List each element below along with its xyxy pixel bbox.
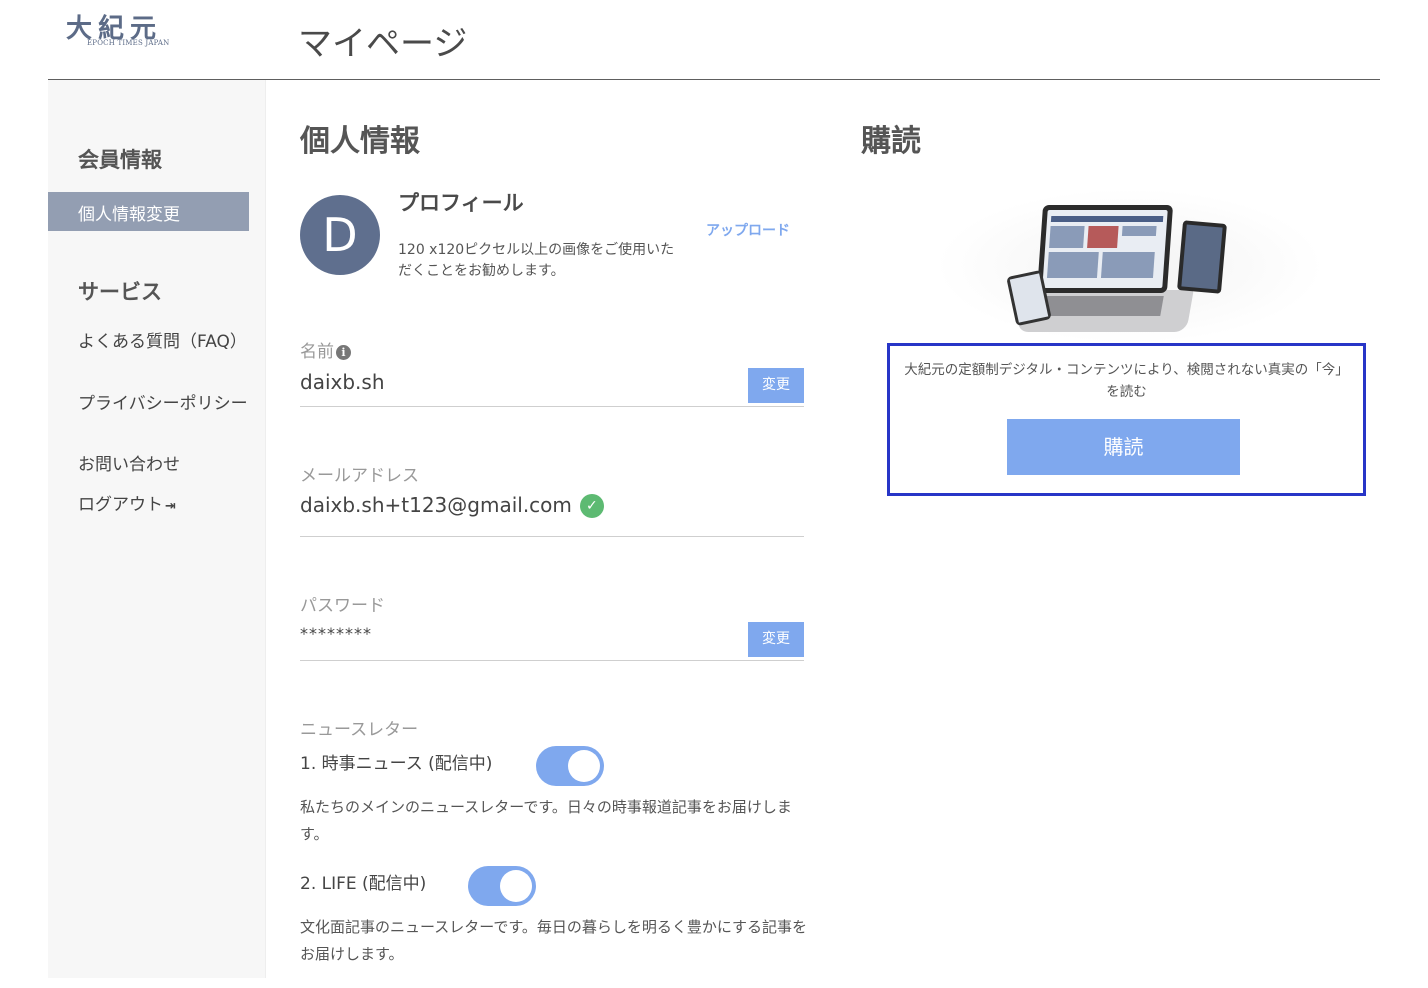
change-password-button[interactable]: 変更 (748, 622, 804, 657)
laptop-keyboard (1036, 296, 1164, 316)
logo[interactable]: 大紀元 EPOCH TIMES JAPAN (60, 8, 200, 52)
avatar: D (300, 195, 380, 275)
logo-subtitle: EPOCH TIMES JAPAN (87, 39, 170, 47)
laptop-screen-content (1042, 210, 1168, 288)
sidebar-item-profile-edit[interactable]: 個人情報変更 (48, 192, 249, 231)
phone-screen (1009, 273, 1049, 323)
newsletter-toggle-life[interactable] (468, 866, 536, 906)
name-label: 名前 i (300, 337, 351, 362)
name-field-underline (300, 406, 804, 407)
sidebar-item-logout[interactable]: ログアウト ⇥ (78, 495, 248, 517)
personal-info-title: 個人情報 (300, 124, 420, 159)
password-value: ******** (300, 624, 372, 643)
email-label: メールアドレス (300, 466, 419, 486)
email-field-underline (300, 536, 804, 537)
laptop-screen (1036, 205, 1174, 293)
toggle-knob (568, 750, 600, 782)
verified-check-icon: ✓ (579, 494, 604, 518)
change-name-button[interactable]: 変更 (748, 368, 804, 403)
page-title: マイページ (298, 24, 468, 64)
sidebar-item-privacy[interactable]: プライバシーポリシー (78, 394, 248, 415)
sidebar-item-contact[interactable]: お問い合わせ (78, 455, 248, 476)
tablet-screen (1181, 224, 1223, 290)
email-value: daixb.sh+t123@gmail.com ✓ (300, 493, 604, 518)
sidebar-item-faq[interactable]: よくある質問（FAQ） (78, 332, 248, 353)
newsletter-label: ニュースレター (300, 720, 419, 740)
subscription-box: 大紀元の定額制デジタル・コンテンツにより、検閲されない真実の「今」を読む 購読 (887, 343, 1366, 496)
newsletter-desc-life: 文化面記事のニュースレターです。毎日の暮らしを明るく豊かにする記事をお届けします… (300, 918, 808, 963)
newsletter-title-life: 2. LIFE (配信中) (300, 874, 427, 894)
subscription-title: 購読 (861, 124, 921, 159)
sidebar-heading-member: 会員情報 (78, 148, 162, 172)
screen-block (1100, 252, 1155, 278)
newsletter-desc-news: 私たちのメインのニュースレターです。日々の時事報道記事をお届けします。 (300, 798, 792, 843)
subscribe-button[interactable]: 購読 (1007, 419, 1240, 475)
screen-block (1121, 226, 1157, 236)
name-label-text: 名前 (300, 342, 334, 362)
screen-block (1046, 252, 1099, 278)
password-label: パスワード (300, 596, 385, 616)
sidebar: 会員情報 個人情報変更 サービス よくある質問（FAQ） プライバシーポリシー … (48, 80, 266, 978)
password-field-underline (300, 660, 804, 661)
newsletter-toggle-news[interactable] (536, 746, 604, 786)
logout-label: ログアウト (78, 495, 163, 515)
profile-description: 120 x120ピクセル以上の画像をご使用いただくことをお勧めします。 (398, 242, 675, 279)
profile-title: プロフィール (398, 191, 524, 215)
info-icon[interactable]: i (336, 345, 351, 360)
subscription-description: 大紀元の定額制デジタル・コンテンツにより、検閲されない真実の「今」を読む (904, 362, 1349, 400)
screen-header-bar (1050, 216, 1164, 222)
newsletter-title-news: 1. 時事ニュース (配信中) (300, 754, 493, 774)
screen-block (1049, 226, 1085, 248)
sidebar-heading-service: サービス (78, 280, 162, 304)
name-value: daixb.sh (300, 370, 385, 394)
email-text: daixb.sh+t123@gmail.com (300, 493, 572, 517)
upload-link[interactable]: アップロード (706, 220, 790, 240)
sign-out-icon: ⇥ (165, 499, 176, 514)
screen-block (1087, 226, 1119, 248)
tablet (1177, 220, 1227, 294)
toggle-knob (500, 870, 532, 902)
